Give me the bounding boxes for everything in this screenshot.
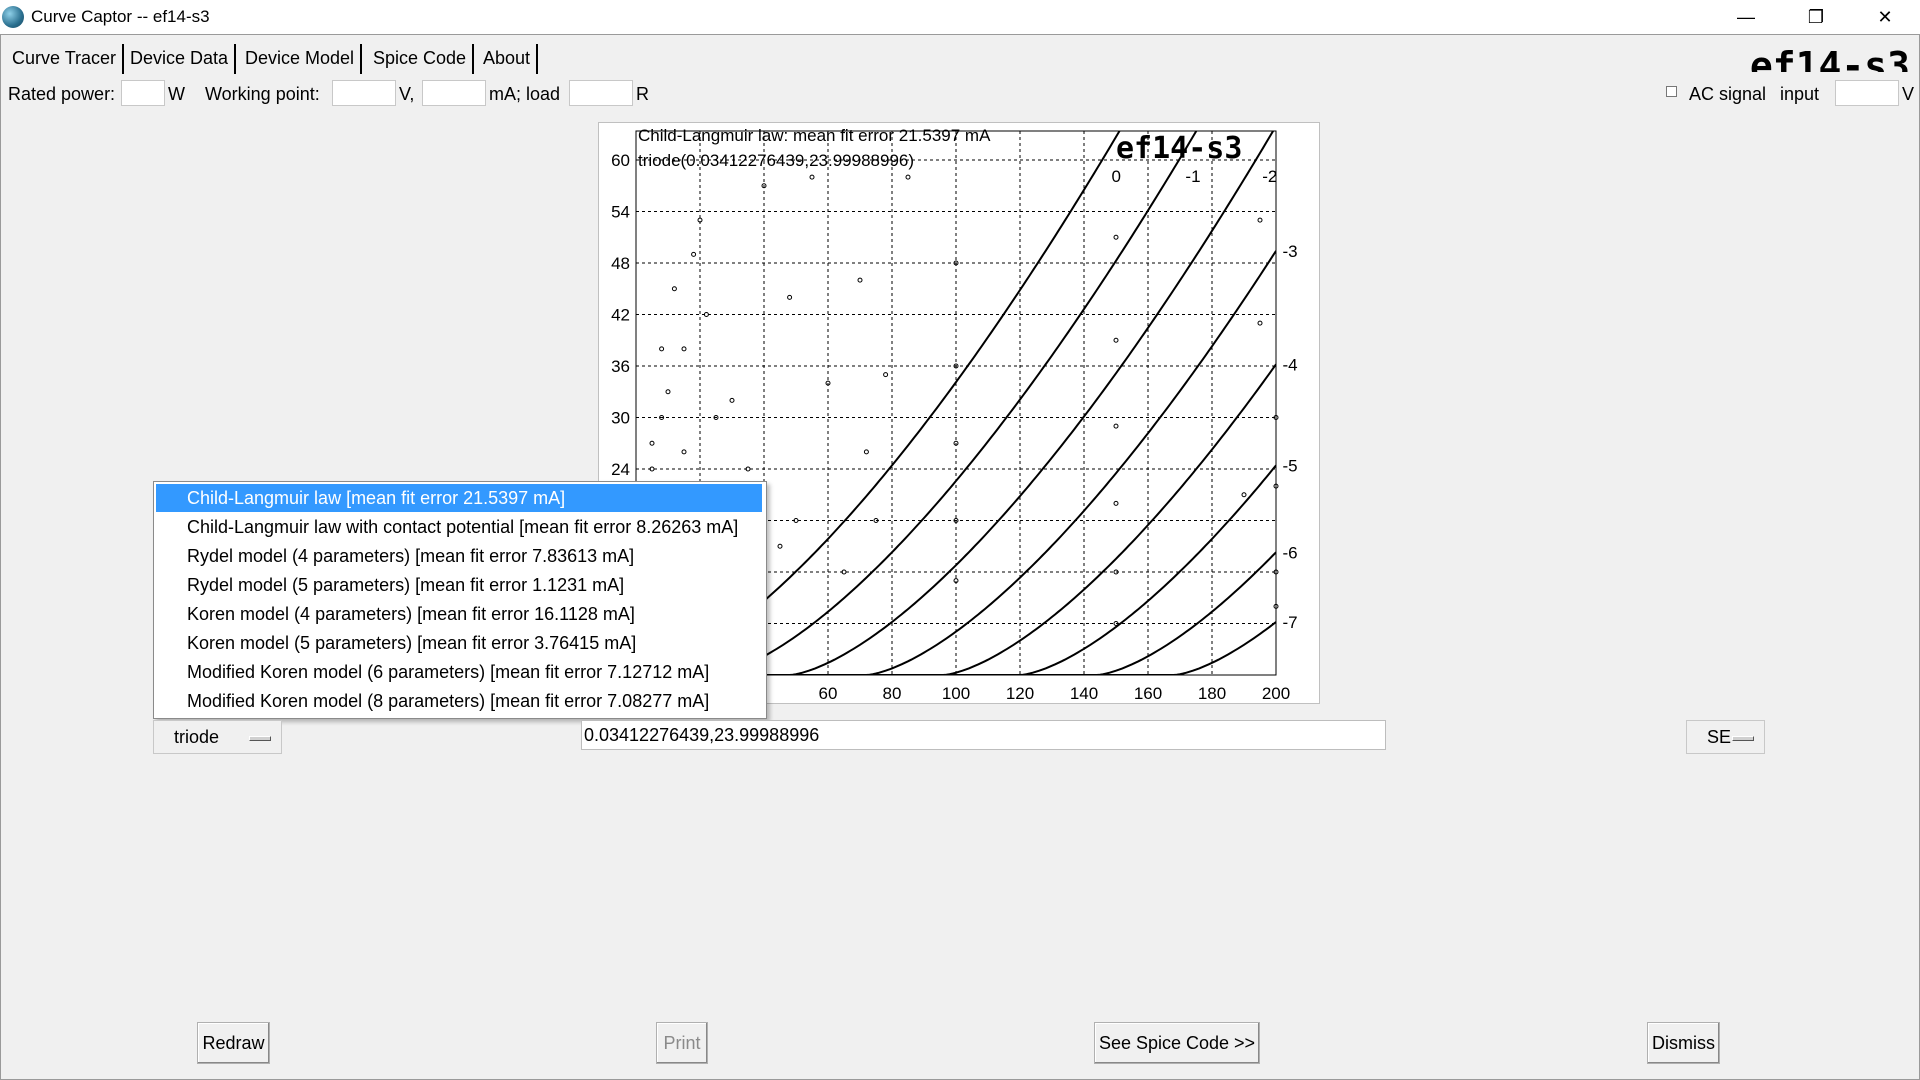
- title-bar: Curve Captor -- ef14-s3 — ❐ ✕: [0, 0, 1920, 34]
- tab-curve-tracer[interactable]: Curve Tracer: [6, 44, 125, 74]
- chart-subtitle: triode(0.03412276439,23.99988996): [638, 151, 914, 170]
- close-button[interactable]: ✕: [1850, 0, 1920, 34]
- device-type-value: triode: [174, 727, 220, 747]
- tab-spice-code[interactable]: Spice Code: [367, 44, 475, 74]
- model-option[interactable]: Modified Koren model (8 parameters) [mea…: [156, 687, 762, 715]
- load-field[interactable]: [569, 80, 633, 106]
- y-tick-label: 60: [611, 151, 630, 170]
- measured-point: [665, 389, 671, 395]
- model-option[interactable]: Rydel model (5 parameters) [mean fit err…: [156, 571, 762, 599]
- x-tick-label: 120: [1006, 684, 1034, 703]
- model-option[interactable]: Child-Langmuir law [mean fit error 21.53…: [156, 484, 762, 512]
- measured-point: [787, 294, 793, 300]
- chart-title: Child-Langmuir law: mean fit error 21.53…: [638, 126, 991, 145]
- wp-current-field[interactable]: [422, 80, 486, 106]
- measured-point: [671, 286, 677, 292]
- redraw-button[interactable]: Redraw: [197, 1022, 270, 1064]
- curve-label: -2: [1262, 167, 1277, 186]
- measured-point: [1257, 217, 1263, 223]
- minimize-button[interactable]: —: [1711, 0, 1781, 34]
- dismiss-button[interactable]: Dismiss: [1647, 1022, 1720, 1064]
- measured-point: [1113, 423, 1119, 429]
- mode-value: SE: [1707, 727, 1732, 747]
- rated-power-unit: W: [168, 84, 185, 104]
- measured-point: [1241, 492, 1247, 498]
- measured-point: [809, 174, 815, 180]
- mode-menubutton[interactable]: SE: [1686, 720, 1765, 754]
- ac-signal-checkbox[interactable]: [1666, 86, 1677, 97]
- curve-label: -1: [1185, 167, 1200, 186]
- measured-point: [863, 449, 869, 455]
- y-tick-label: 48: [611, 254, 630, 273]
- measured-point: [857, 277, 863, 283]
- window-title: Curve Captor -- ef14-s3: [31, 7, 210, 26]
- measured-point: [729, 397, 735, 403]
- load-unit: R: [636, 84, 649, 104]
- see-spice-code-button[interactable]: See Spice Code >>: [1094, 1022, 1260, 1064]
- device-name-header: ef14-s3: [1749, 44, 1910, 72]
- measured-point: [659, 346, 665, 352]
- model-dropdown-menu[interactable]: Child-Langmuir law [mean fit error 21.53…: [153, 481, 767, 719]
- x-tick-label: 140: [1070, 684, 1098, 703]
- model-option[interactable]: Modified Koren model (6 parameters) [mea…: [156, 658, 762, 686]
- input-label: input: [1780, 84, 1820, 104]
- input-field[interactable]: [1835, 80, 1899, 106]
- curve-label: -7: [1282, 613, 1297, 632]
- globe-icon: [2, 6, 24, 28]
- y-tick-label: 36: [611, 357, 630, 376]
- ac-signal-label: AC signal: [1689, 84, 1767, 104]
- print-button[interactable]: Print: [656, 1022, 708, 1064]
- measured-point: [691, 251, 697, 257]
- menu-indicator-icon: [249, 736, 271, 741]
- measured-point: [883, 372, 889, 378]
- input-unit: V: [1902, 84, 1915, 104]
- curve-label: -4: [1282, 355, 1297, 374]
- curve-label: -6: [1282, 543, 1297, 562]
- wp-voltage-field[interactable]: [332, 80, 396, 106]
- x-tick-label: 100: [942, 684, 970, 703]
- x-tick-label: 200: [1262, 684, 1290, 703]
- rated-power-label: Rated power:: [8, 84, 116, 104]
- plot-device-label: ef14-s3: [1116, 131, 1242, 166]
- rated-power-field[interactable]: [121, 80, 165, 106]
- measured-point: [1113, 337, 1119, 343]
- tab-about[interactable]: About: [477, 44, 539, 74]
- menu-indicator-icon: [1732, 736, 1754, 741]
- measured-point: [777, 543, 783, 549]
- measured-point: [1113, 500, 1119, 506]
- curve-label: -5: [1282, 456, 1297, 475]
- measured-point: [1113, 234, 1119, 240]
- device-type-menubutton[interactable]: triode: [153, 720, 282, 754]
- tab-device-data[interactable]: Device Data: [124, 44, 237, 74]
- app-window: Curve Captor -- ef14-s3 — ❐ ✕ Curve Trac…: [0, 0, 1920, 1080]
- model-option[interactable]: Child-Langmuir law with contact potentia…: [156, 513, 762, 541]
- measured-point: [649, 440, 655, 446]
- measured-point: [681, 449, 687, 455]
- x-tick-label: 60: [819, 684, 838, 703]
- measured-point: [905, 174, 911, 180]
- model-option[interactable]: Rydel model (4 parameters) [mean fit err…: [156, 542, 762, 570]
- model-option[interactable]: Koren model (5 parameters) [mean fit err…: [156, 629, 762, 657]
- x-tick-label: 80: [883, 684, 902, 703]
- wp-current-unit: mA; load: [489, 84, 561, 104]
- measured-point: [681, 346, 687, 352]
- y-tick-label: 42: [611, 306, 630, 325]
- x-tick-label: 180: [1198, 684, 1226, 703]
- measured-point: [1257, 320, 1263, 326]
- working-point-label: Working point:: [205, 84, 320, 104]
- model-option[interactable]: Koren model (4 parameters) [mean fit err…: [156, 600, 762, 628]
- y-tick-label: 30: [611, 409, 630, 428]
- curve-label: -3: [1282, 242, 1297, 261]
- tab-device-model[interactable]: Device Model: [239, 44, 363, 74]
- y-tick-label: 54: [611, 203, 630, 222]
- x-tick-label: 160: [1134, 684, 1162, 703]
- wp-voltage-unit: V,: [399, 84, 415, 104]
- restore-button[interactable]: ❐: [1781, 0, 1851, 34]
- y-tick-label: 24: [611, 460, 630, 479]
- model-parameters-field[interactable]: 0.03412276439,23.99988996: [581, 720, 1386, 750]
- curve-label: 0: [1111, 167, 1120, 186]
